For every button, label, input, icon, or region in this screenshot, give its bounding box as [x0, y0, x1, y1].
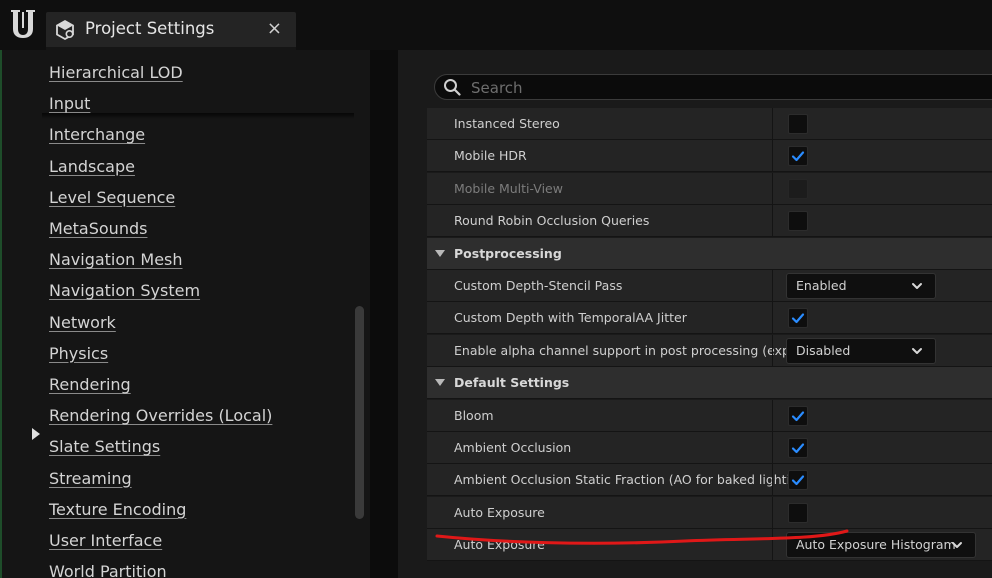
triangle-down-icon	[435, 379, 445, 387]
property-label: Bloom	[454, 407, 494, 423]
property-checkbox[interactable]	[788, 146, 808, 167]
settings-sidebar: Hierarchical LOD Input Interchange Landscap…	[2, 50, 370, 578]
property-row: Enable alpha channel support in post pro…	[427, 334, 992, 367]
property-label: Enable alpha channel support in post pro…	[454, 342, 802, 358]
sidebar-item-texture-encoding[interactable]: Texture Encoding	[49, 500, 186, 519]
property-row: Mobile Multi-View	[427, 172, 992, 205]
panel-splitter[interactable]	[370, 50, 398, 578]
property-row: Mobile HDR	[427, 140, 992, 173]
column-divider	[772, 432, 773, 463]
chevron-down-icon	[912, 347, 922, 354]
column-divider	[772, 205, 773, 237]
property-row: Auto Exposure	[427, 496, 992, 529]
section-label: Postprocessing	[454, 245, 562, 261]
tab-title: Project Settings	[85, 19, 215, 38]
tab-project-settings[interactable]: Project Settings ×	[46, 12, 296, 50]
property-label: Ambient Occlusion	[454, 440, 572, 455]
checkmark-icon	[791, 313, 805, 324]
sidebar-item-hierarchical-lod[interactable]: Hierarchical LOD	[49, 63, 183, 82]
sidebar-item-navigation-mesh[interactable]: Navigation Mesh	[49, 250, 183, 269]
property-label: Auto Exposure	[454, 537, 545, 553]
section-label: Default Settings	[454, 375, 570, 391]
sidebar-item-network[interactable]: Network	[49, 313, 116, 332]
details-panel: Instanced Stereo Mobile HDR Mobile Multi-V…	[398, 50, 992, 578]
column-divider	[772, 140, 773, 172]
property-row: Round Robin Occlusion Queries	[427, 205, 992, 238]
sidebar-item-rendering[interactable]: Rendering	[49, 375, 131, 394]
property-label: Custom Depth with TemporalAA Jitter	[454, 310, 687, 326]
search-icon	[444, 79, 461, 96]
sidebar-item-interchange[interactable]: Interchange	[49, 125, 145, 144]
checkmark-icon	[791, 410, 805, 421]
property-label: Instanced Stereo	[454, 116, 560, 131]
sidebar-item-input[interactable]: Input	[49, 94, 90, 113]
checkmark-icon	[791, 475, 805, 486]
sidebar-item-navigation-system[interactable]: Navigation System	[49, 281, 200, 300]
property-checkbox[interactable]	[788, 308, 808, 329]
column-divider	[772, 529, 773, 561]
property-label: Round Robin Occlusion Queries	[454, 213, 650, 229]
sidebar-item-level-sequence[interactable]: Level Sequence	[49, 188, 175, 207]
property-label: Mobile HDR	[454, 148, 527, 164]
column-divider	[772, 464, 773, 496]
sidebar-item-metasounds[interactable]: MetaSounds	[49, 219, 147, 238]
sidebar-scrollbar[interactable]	[355, 306, 364, 519]
scroll-shadow	[42, 113, 354, 119]
property-label: Custom Depth-Stencil Pass	[454, 278, 623, 293]
search-input[interactable]	[469, 77, 992, 99]
sidebar-item-landscape[interactable]: Landscape	[49, 157, 135, 176]
section-header[interactable]: Default Settings	[427, 367, 992, 400]
triangle-down-icon	[435, 249, 445, 257]
column-divider	[772, 270, 773, 301]
sidebar-item-slate-settings[interactable]: Slate Settings	[49, 437, 160, 456]
search-box[interactable]	[434, 74, 992, 100]
sidebar-item-rendering-overrides-local[interactable]: Rendering Overrides (Local)	[49, 406, 272, 425]
property-checkbox[interactable]	[788, 502, 808, 523]
property-checkbox[interactable]	[788, 211, 808, 232]
property-row: Custom Depth-Stencil Pass Enabled	[427, 270, 992, 302]
property-label: Ambient Occlusion Static Fraction (AO fo…	[454, 472, 802, 488]
close-icon[interactable]: ×	[267, 18, 282, 39]
property-row: Ambient Occlusion	[427, 432, 992, 464]
sidebar-item-streaming[interactable]: Streaming	[49, 469, 132, 488]
property-dropdown[interactable]: Enabled	[786, 273, 936, 299]
sidebar-item-physics[interactable]: Physics	[49, 344, 108, 363]
column-divider	[772, 334, 773, 366]
column-divider	[772, 399, 773, 431]
dropdown-value: Auto Exposure Histogram	[796, 537, 956, 553]
section-header[interactable]: Postprocessing	[427, 237, 992, 270]
unreal-engine-logo	[11, 10, 35, 38]
property-row: Custom Depth with TemporalAA Jitter	[427, 302, 992, 335]
property-label: Auto Exposure	[454, 504, 545, 520]
chevron-down-icon	[912, 283, 922, 289]
property-checkbox[interactable]	[788, 470, 808, 491]
settings-cube-icon	[56, 19, 74, 41]
dropdown-value: Disabled	[796, 342, 851, 358]
property-label: Mobile Multi-View	[454, 180, 563, 196]
column-divider	[772, 108, 773, 139]
column-divider	[772, 172, 773, 204]
sidebar-item-user-interface[interactable]: User Interface	[49, 531, 162, 550]
chevron-down-icon	[952, 542, 962, 549]
property-list: Instanced Stereo Mobile HDR Mobile Multi-V…	[427, 108, 992, 578]
column-divider	[772, 496, 773, 528]
property-checkbox[interactable]	[788, 114, 808, 134]
property-checkbox	[788, 178, 808, 199]
triangle-right-icon	[32, 428, 40, 440]
property-row: Bloom	[427, 399, 992, 432]
property-dropdown[interactable]: Disabled	[786, 337, 936, 364]
title-bar: Project Settings ×	[0, 0, 992, 50]
checkmark-icon	[791, 151, 805, 162]
property-row: Ambient Occlusion Static Fraction (AO fo…	[427, 464, 992, 497]
property-checkbox[interactable]	[788, 438, 808, 458]
property-row: Auto Exposure Auto Exposure Histogram	[427, 529, 992, 562]
property-row: Instanced Stereo	[427, 108, 992, 140]
column-divider	[772, 302, 773, 334]
property-checkbox[interactable]	[788, 405, 808, 426]
checkmark-icon	[791, 443, 805, 454]
sidebar-item-world-partition[interactable]: World Partition	[49, 562, 167, 578]
property-dropdown[interactable]: Auto Exposure Histogram	[786, 532, 976, 559]
dropdown-value: Enabled	[796, 278, 847, 293]
